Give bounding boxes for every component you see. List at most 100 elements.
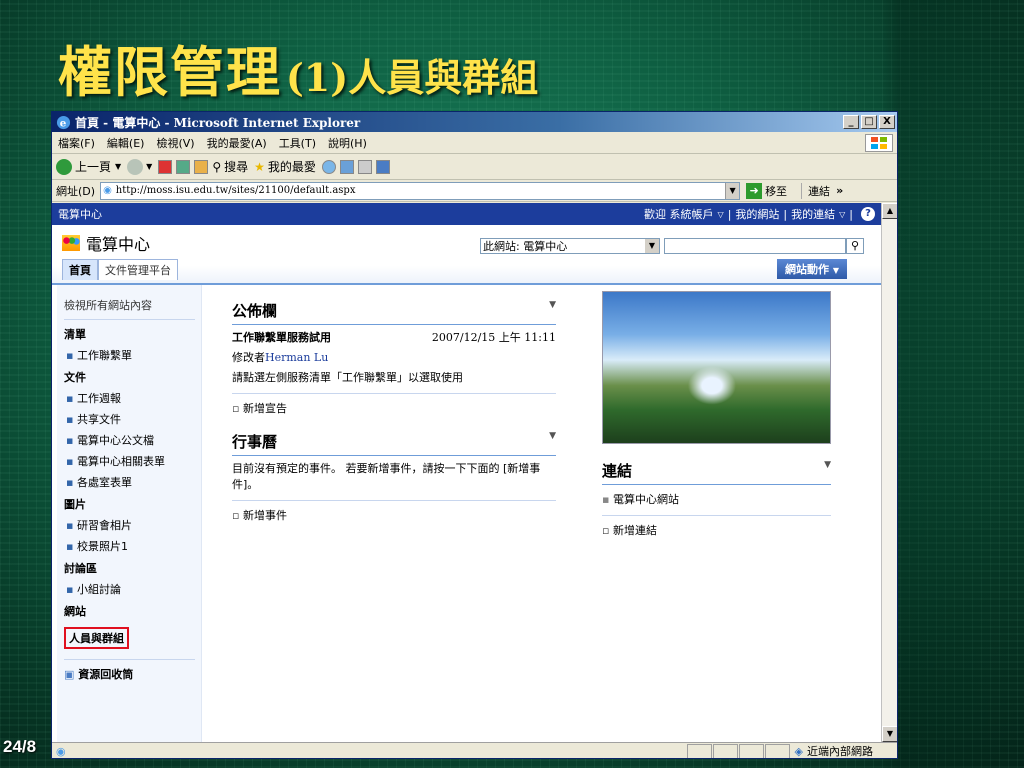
forward-button[interactable]: ▼ xyxy=(127,158,152,175)
links-header: 連結 ▼ xyxy=(602,460,831,485)
nav-item-office-forms[interactable]: 各處室表單 xyxy=(66,474,201,490)
scroll-up-icon[interactable]: ▲ xyxy=(882,203,897,219)
status-cell xyxy=(764,743,790,758)
site-header: 電算中心 此網站: 電算中心 ▼ ⚲ 首頁 文件管理平台 網站動作 ▼ xyxy=(52,225,881,285)
go-arrow-icon[interactable]: ➜ xyxy=(746,182,763,199)
status-page-icon: ◉ xyxy=(56,744,66,758)
scroll-down-icon[interactable]: ▼ xyxy=(882,726,897,742)
address-dropdown-icon[interactable]: ▼ xyxy=(725,182,740,199)
star-icon: ★ xyxy=(254,159,265,174)
links-button[interactable]: 連結 xyxy=(801,182,830,199)
search-scope-value: 此網站: 電算中心 xyxy=(483,240,568,253)
nav-item-workshop-photos[interactable]: 研習會相片 xyxy=(66,517,201,533)
announcements-header: 公佈欄 ▼ xyxy=(232,300,556,325)
nav-item-shared-docs[interactable]: 共享文件 xyxy=(66,411,201,427)
edit-icon[interactable] xyxy=(375,159,390,174)
webpart-menu-icon[interactable]: ▼ xyxy=(549,300,556,321)
nav-header-documents[interactable]: 文件 xyxy=(64,369,201,385)
nav-item-weekly-report[interactable]: 工作週報 xyxy=(66,390,201,406)
modified-by-link[interactable]: Herman Lu xyxy=(265,351,328,364)
view-all-content-link[interactable]: 檢視所有網站內容 xyxy=(64,297,195,320)
chevron-right-icon[interactable]: » xyxy=(836,184,843,197)
favorites-button[interactable]: ★ 我的最愛 xyxy=(254,158,316,175)
nav-header-pictures[interactable]: 圖片 xyxy=(64,496,201,512)
calendar-webpart: 行事曆 ▼ 目前沒有預定的事件。 若要新增事件，請按一下下面的 [新增事件]。 … xyxy=(232,431,556,523)
scope-dropdown-icon: ▼ xyxy=(645,239,659,253)
print-icon[interactable] xyxy=(357,159,372,174)
nav-header-sites[interactable]: 網站 xyxy=(64,603,201,619)
nav-item-work-contact[interactable]: 工作聯繫單 xyxy=(66,347,201,363)
announcements-webpart: 公佈欄 ▼ 工作聯繫單服務試用 2007/12/15 上午 11:11 修改者H… xyxy=(232,300,556,416)
my-links-menu[interactable]: 我的連結 xyxy=(791,206,835,222)
nav-item-related-forms[interactable]: 電算中心相關表單 xyxy=(66,453,201,469)
menu-favorites[interactable]: 我的最愛(A) xyxy=(207,135,267,151)
links-item-label: 電算中心網站 xyxy=(612,493,679,506)
calendar-header: 行事曆 ▼ xyxy=(232,431,556,456)
calendar-menu-icon[interactable]: ▼ xyxy=(549,431,556,452)
slide-page-number: 24/8 xyxy=(3,737,37,756)
status-cell xyxy=(738,743,764,758)
refresh-icon[interactable] xyxy=(176,159,191,174)
windows-logo-icon xyxy=(865,133,893,152)
nav-item-group-discussion[interactable]: 小組討論 xyxy=(66,581,201,597)
my-site-link[interactable]: 我的網站 xyxy=(735,206,779,222)
window-titlebar[interactable]: e 首頁 - 電算中心 - Microsoft Internet Explore… xyxy=(52,112,897,132)
close-button[interactable]: X xyxy=(879,115,895,129)
search-button[interactable]: ⚲ 搜尋 xyxy=(212,158,248,175)
add-link-link[interactable]: 新增連結 xyxy=(602,515,831,538)
topnav-separator: | xyxy=(727,207,732,221)
nav-header-discussions[interactable]: 討論區 xyxy=(64,560,201,576)
welcome-dropdown-icon[interactable]: ▽ xyxy=(718,210,724,219)
tab-home[interactable]: 首頁 xyxy=(62,259,98,280)
address-input[interactable]: ◉ http://moss.isu.edu.tw/sites/21100/def… xyxy=(100,181,741,200)
menu-tools[interactable]: 工具(T) xyxy=(279,135,316,151)
topnav-site[interactable]: 電算中心 xyxy=(58,206,102,222)
search-scope-select[interactable]: 此網站: 電算中心 ▼ xyxy=(480,238,660,254)
calendar-title[interactable]: 行事曆 xyxy=(232,431,277,452)
site-actions-dropdown-icon: ▼ xyxy=(832,266,839,275)
home-icon[interactable] xyxy=(194,159,209,174)
recycle-bin-icon: ▣ xyxy=(64,668,75,681)
announcements-title[interactable]: 公佈欄 xyxy=(232,300,277,321)
maximize-button[interactable]: □ xyxy=(861,115,877,129)
toolbar: 上一頁 ▼ ▼ ⚲ 搜尋 ★ 我的最愛 xyxy=(52,154,897,180)
announcement-title[interactable]: 工作聯繫單服務試用 xyxy=(232,329,331,345)
address-label: 網址(D) xyxy=(56,184,96,198)
my-links-dropdown-icon[interactable]: ▽ xyxy=(839,210,845,219)
people-and-groups-link[interactable]: 人員與群組 xyxy=(64,627,129,649)
site-logo[interactable]: 電算中心 xyxy=(62,231,150,255)
nav-item-official-docs[interactable]: 電算中心公文檔 xyxy=(66,432,201,448)
announcement-date: 2007/12/15 上午 11:11 xyxy=(431,331,556,344)
links-item[interactable]: ▪ 電算中心網站 xyxy=(602,491,831,507)
campus-photo xyxy=(602,291,831,444)
menu-edit[interactable]: 編輯(E) xyxy=(107,135,145,151)
go-button[interactable]: 移至 xyxy=(765,183,787,199)
add-event-link[interactable]: 新增事件 xyxy=(232,500,556,523)
nav-header-lists[interactable]: 清單 xyxy=(64,326,201,342)
menu-file[interactable]: 檔案(F) xyxy=(58,135,95,151)
search-icon: ⚲ xyxy=(212,159,222,174)
favorites-label: 我的最愛 xyxy=(267,160,316,174)
bullet-icon: ▪ xyxy=(602,493,610,506)
add-announcement-link[interactable]: 新增宣告 xyxy=(232,393,556,416)
links-title[interactable]: 連結 xyxy=(602,460,632,481)
search-go-icon[interactable]: ⚲ xyxy=(846,238,864,254)
help-icon[interactable]: ? xyxy=(861,207,875,221)
search-input[interactable] xyxy=(664,238,846,254)
tab-document-platform[interactable]: 文件管理平台 xyxy=(98,259,178,280)
recycle-bin-link[interactable]: ▣ 資源回收筒 xyxy=(64,659,195,682)
history-icon[interactable] xyxy=(321,159,336,174)
menu-view[interactable]: 檢視(V) xyxy=(156,135,194,151)
nav-item-campus-photos[interactable]: 校景照片1 xyxy=(66,538,201,554)
minimize-button[interactable]: _ xyxy=(843,115,859,129)
stop-icon[interactable] xyxy=(158,159,173,174)
back-button[interactable]: 上一頁 ▼ xyxy=(56,158,121,175)
site-actions-button[interactable]: 網站動作 ▼ xyxy=(777,259,847,279)
announcement-item: 工作聯繫單服務試用 2007/12/15 上午 11:11 xyxy=(232,329,556,345)
vertical-scrollbar[interactable]: ▲ ▼ xyxy=(881,203,897,742)
menu-help[interactable]: 說明(H) xyxy=(328,135,367,151)
people-logo-icon xyxy=(62,235,80,251)
welcome-menu[interactable]: 歡迎 系統帳戶 xyxy=(644,206,714,222)
links-menu-icon[interactable]: ▼ xyxy=(824,460,831,481)
mail-icon[interactable] xyxy=(339,159,354,174)
